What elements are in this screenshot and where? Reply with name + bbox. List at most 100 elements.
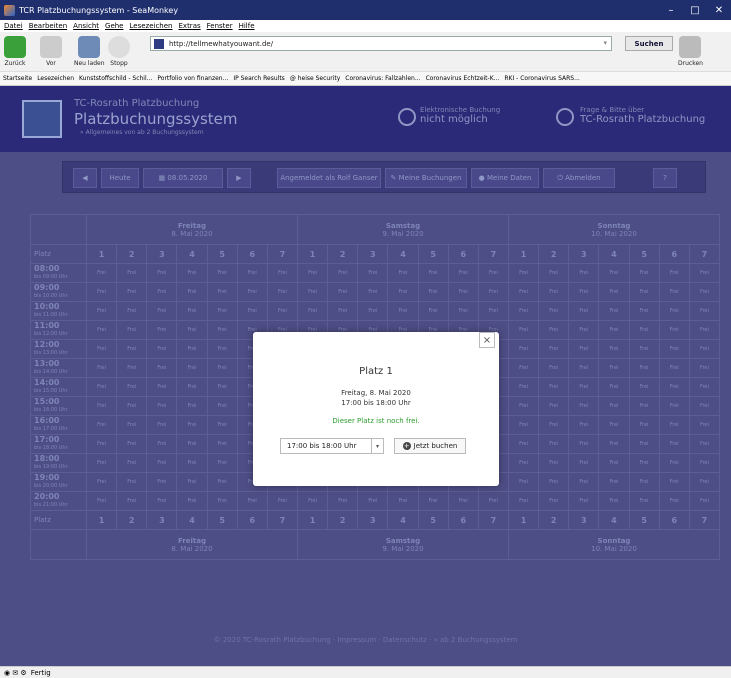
free-slot-cell[interactable]: Frei: [628, 434, 660, 454]
free-slot-cell[interactable]: Frei: [658, 491, 690, 511]
free-slot-cell[interactable]: Frei: [628, 377, 660, 397]
free-slot-cell[interactable]: Frei: [598, 396, 630, 416]
menu-bearbeiten[interactable]: Bearbeiten: [29, 22, 67, 30]
logout-button[interactable]: ⏻ Abmelden: [543, 168, 615, 188]
free-slot-cell[interactable]: Frei: [176, 358, 208, 378]
free-slot-cell[interactable]: Frei: [538, 320, 570, 340]
free-slot-cell[interactable]: Frei: [688, 263, 721, 283]
free-slot-cell[interactable]: Frei: [507, 358, 540, 378]
free-slot-cell[interactable]: Frei: [598, 301, 630, 321]
free-slot-cell[interactable]: Frei: [417, 263, 449, 283]
free-slot-cell[interactable]: Frei: [568, 491, 600, 511]
free-slot-cell[interactable]: Frei: [85, 491, 118, 511]
free-slot-cell[interactable]: Frei: [387, 491, 419, 511]
free-slot-cell[interactable]: Frei: [206, 396, 238, 416]
free-slot-cell[interactable]: Frei: [538, 358, 570, 378]
free-slot-cell[interactable]: Frei: [628, 301, 660, 321]
free-slot-cell[interactable]: Frei: [628, 263, 660, 283]
free-slot-cell[interactable]: Frei: [206, 339, 238, 359]
free-slot-cell[interactable]: Frei: [628, 282, 660, 302]
prev-day-button[interactable]: ◀: [73, 168, 97, 188]
free-slot-cell[interactable]: Frei: [658, 396, 690, 416]
free-slot-cell[interactable]: Frei: [658, 320, 690, 340]
free-slot-cell[interactable]: Frei: [538, 491, 570, 511]
free-slot-cell[interactable]: Frei: [688, 320, 721, 340]
bookmark-item[interactable]: Coronavirus: Fallzahlen...: [345, 75, 420, 82]
free-slot-cell[interactable]: Frei: [146, 320, 178, 340]
free-slot-cell[interactable]: Frei: [507, 491, 540, 511]
menu-hilfe[interactable]: Hilfe: [239, 22, 255, 30]
free-slot-cell[interactable]: Frei: [85, 396, 118, 416]
menu-gehe[interactable]: Gehe: [105, 22, 123, 30]
free-slot-cell[interactable]: Frei: [236, 263, 268, 283]
free-slot-cell[interactable]: Frei: [417, 301, 449, 321]
free-slot-cell[interactable]: Frei: [507, 301, 540, 321]
free-slot-cell[interactable]: Frei: [598, 282, 630, 302]
free-slot-cell[interactable]: Frei: [176, 415, 208, 435]
free-slot-cell[interactable]: Frei: [176, 339, 208, 359]
free-slot-cell[interactable]: Frei: [538, 282, 570, 302]
free-slot-cell[interactable]: Frei: [85, 377, 118, 397]
free-slot-cell[interactable]: Frei: [236, 301, 268, 321]
free-slot-cell[interactable]: Frei: [477, 301, 509, 321]
free-slot-cell[interactable]: Frei: [327, 301, 359, 321]
free-slot-cell[interactable]: Frei: [507, 282, 540, 302]
free-slot-cell[interactable]: Frei: [176, 282, 208, 302]
free-slot-cell[interactable]: Frei: [688, 377, 721, 397]
bookmark-item[interactable]: Kunststoffschild - Schil...: [79, 75, 152, 82]
free-slot-cell[interactable]: Frei: [658, 282, 690, 302]
free-slot-cell[interactable]: Frei: [206, 453, 238, 473]
free-slot-cell[interactable]: Frei: [116, 320, 148, 340]
free-slot-cell[interactable]: Frei: [688, 434, 721, 454]
free-slot-cell[interactable]: Frei: [688, 491, 721, 511]
my-data-button[interactable]: ● Meine Daten: [471, 168, 539, 188]
free-slot-cell[interactable]: Frei: [146, 434, 178, 454]
free-slot-cell[interactable]: Frei: [538, 434, 570, 454]
free-slot-cell[interactable]: Frei: [146, 415, 178, 435]
free-slot-cell[interactable]: Frei: [327, 263, 359, 283]
free-slot-cell[interactable]: Frei: [628, 339, 660, 359]
free-slot-cell[interactable]: Frei: [85, 282, 118, 302]
free-slot-cell[interactable]: Frei: [116, 282, 148, 302]
my-bookings-button[interactable]: ✎ Meine Buchungen: [385, 168, 467, 188]
free-slot-cell[interactable]: Frei: [146, 358, 178, 378]
free-slot-cell[interactable]: Frei: [266, 301, 298, 321]
free-slot-cell[interactable]: Frei: [206, 358, 238, 378]
free-slot-cell[interactable]: Frei: [266, 491, 298, 511]
free-slot-cell[interactable]: Frei: [85, 301, 118, 321]
free-slot-cell[interactable]: Frei: [206, 415, 238, 435]
menu-lesezeichen[interactable]: Lesezeichen: [130, 22, 173, 30]
free-slot-cell[interactable]: Frei: [628, 472, 660, 492]
bookmark-item[interactable]: RKI - Coronavirus SARS...: [504, 75, 579, 82]
free-slot-cell[interactable]: Frei: [176, 453, 208, 473]
free-slot-cell[interactable]: Frei: [206, 282, 238, 302]
free-slot-cell[interactable]: Frei: [568, 415, 600, 435]
free-slot-cell[interactable]: Frei: [598, 434, 630, 454]
free-slot-cell[interactable]: Frei: [387, 301, 419, 321]
free-slot-cell[interactable]: Frei: [206, 472, 238, 492]
free-slot-cell[interactable]: Frei: [568, 472, 600, 492]
menu-datei[interactable]: Datei: [4, 22, 23, 30]
free-slot-cell[interactable]: Frei: [206, 301, 238, 321]
free-slot-cell[interactable]: Frei: [538, 301, 570, 321]
free-slot-cell[interactable]: Frei: [688, 301, 721, 321]
free-slot-cell[interactable]: Frei: [568, 358, 600, 378]
free-slot-cell[interactable]: Frei: [507, 263, 540, 283]
date-picker[interactable]: ▦ 08.05.2020: [143, 168, 223, 188]
free-slot-cell[interactable]: Frei: [688, 358, 721, 378]
free-slot-cell[interactable]: Frei: [658, 453, 690, 473]
free-slot-cell[interactable]: Frei: [598, 453, 630, 473]
free-slot-cell[interactable]: Frei: [658, 263, 690, 283]
bookmark-item[interactable]: IP Search Results: [233, 75, 284, 82]
free-slot-cell[interactable]: Frei: [176, 377, 208, 397]
bookmark-item[interactable]: @ heise Security: [290, 75, 340, 82]
free-slot-cell[interactable]: Frei: [146, 491, 178, 511]
dropdown-icon[interactable]: ▾: [603, 39, 607, 47]
free-slot-cell[interactable]: Frei: [296, 301, 329, 321]
free-slot-cell[interactable]: Frei: [387, 263, 419, 283]
free-slot-cell[interactable]: Frei: [568, 377, 600, 397]
free-slot-cell[interactable]: Frei: [296, 263, 329, 283]
free-slot-cell[interactable]: Frei: [116, 263, 148, 283]
free-slot-cell[interactable]: Frei: [146, 301, 178, 321]
free-slot-cell[interactable]: Frei: [116, 358, 148, 378]
